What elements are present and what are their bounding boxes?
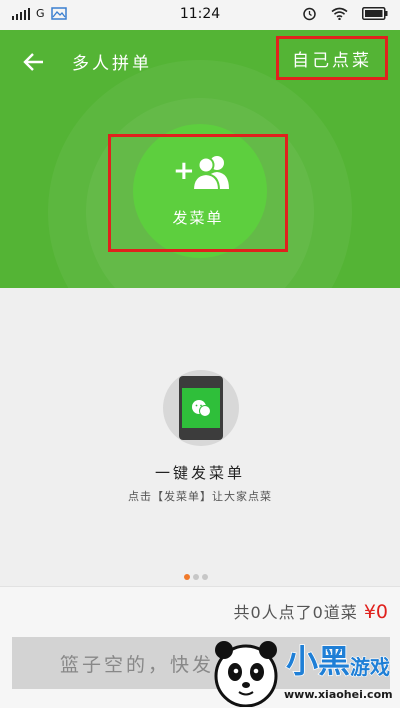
plus-sign: + (173, 156, 195, 186)
promo-title: 一键发菜单 (154, 464, 245, 482)
content-area: 一键发菜单 点击【发菜单】让大家点菜 (0, 288, 400, 586)
watermark-url: www.xiaohei.com (284, 688, 393, 701)
status-bar: G 11:24 (0, 0, 400, 30)
phone-illustration (163, 370, 239, 446)
add-people-icon: + (173, 156, 229, 191)
alarm-icon (303, 7, 316, 21)
pager-dot-2[interactable] (193, 574, 199, 580)
watermark-logo-text: 小黑 (286, 642, 350, 680)
pager-dots (184, 574, 208, 580)
total-price: ¥0 (363, 601, 388, 623)
page-title: 多人拼单 (72, 54, 152, 74)
battery-icon (362, 7, 388, 20)
pager-dot-3[interactable] (202, 574, 208, 580)
status-right (302, 6, 388, 21)
promo-description: 点击【发菜单】让大家点菜 (128, 490, 272, 503)
summary-text: 共0人点了0道菜 (233, 603, 358, 622)
send-menu-button[interactable]: + 发菜单 (108, 134, 288, 252)
basket-label: 篮子空的，快发 (60, 653, 215, 676)
phone-icon (179, 376, 223, 440)
pager-dot-1[interactable] (184, 574, 190, 580)
self-order-label: 自己点菜 (292, 50, 372, 71)
back-arrow-icon[interactable] (22, 50, 46, 74)
svg-text:游戏: 游戏 (350, 655, 390, 679)
self-order-button[interactable]: 自己点菜 (276, 36, 388, 80)
header: 多人拼单 自己点菜 + 发菜单 (0, 30, 400, 288)
watermark-logo: 小黑 游戏 www.xiaohei.com (214, 641, 393, 707)
send-menu-label: 发菜单 (172, 209, 224, 227)
order-summary: 共0人点了0道菜 ¥0 (233, 599, 388, 623)
wifi-icon (331, 7, 348, 20)
